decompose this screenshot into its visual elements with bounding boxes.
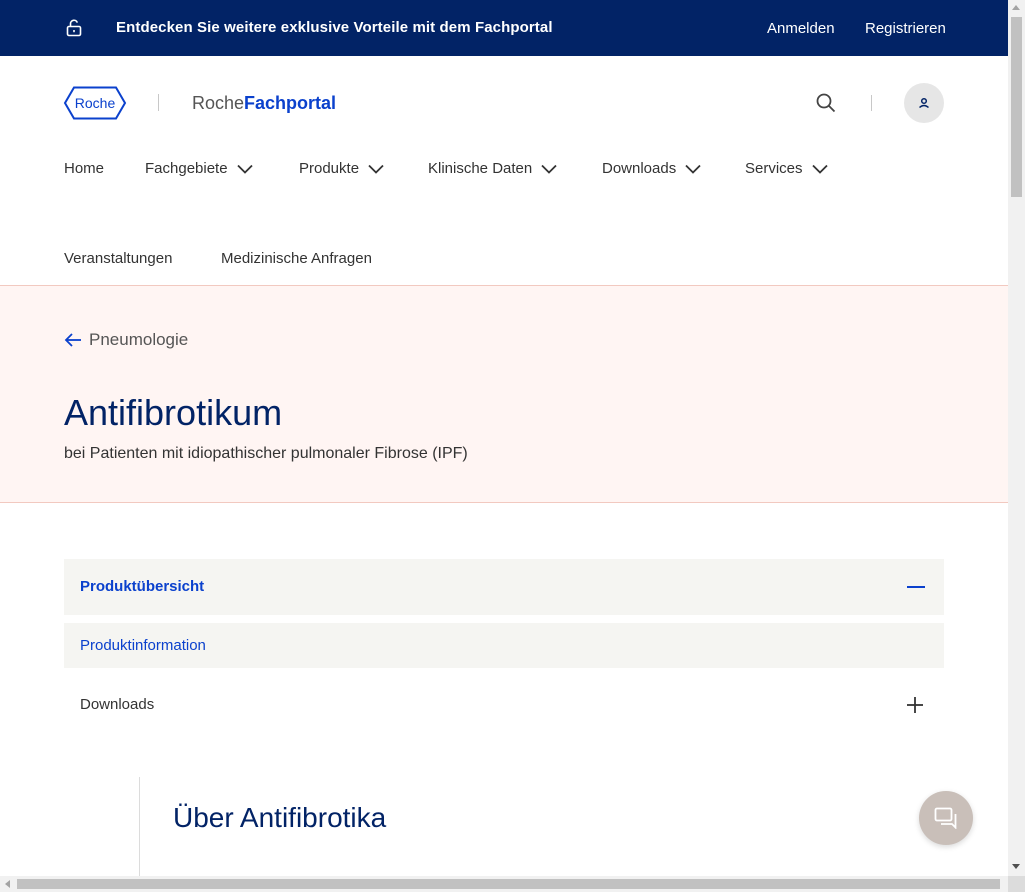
accordion-downloads[interactable]: Downloads	[64, 680, 944, 730]
chevron-down-icon	[541, 164, 557, 174]
logo-text: Roche	[75, 95, 116, 111]
search-icon[interactable]	[815, 92, 837, 114]
back-link[interactable]: Pneumologie	[64, 330, 188, 350]
vertical-scroll-thumb[interactable]	[1011, 17, 1022, 197]
hero-banner: Pneumologie Antifibrotikum bei Patienten…	[0, 285, 1008, 503]
chevron-down-icon	[236, 164, 253, 174]
back-link-label: Pneumologie	[89, 330, 189, 349]
scroll-left-icon[interactable]	[5, 880, 10, 888]
chat-button[interactable]	[919, 791, 973, 845]
portal-name[interactable]: RocheFachportal	[192, 93, 336, 114]
nav-downloads-label: Downloads	[602, 160, 677, 177]
scroll-down-icon[interactable]	[1012, 864, 1020, 869]
login-link[interactable]: Anmelden	[767, 20, 835, 37]
horizontal-scroll-thumb[interactable]	[17, 879, 1000, 889]
lock-icon	[65, 19, 83, 37]
arrow-left-icon	[64, 333, 81, 347]
header-divider	[871, 95, 872, 111]
vertical-scrollbar[interactable]	[1008, 0, 1025, 876]
nav-services[interactable]: Services	[745, 160, 828, 177]
roche-logo[interactable]: Roche	[63, 86, 127, 120]
nav-downloads[interactable]: Downloads	[602, 160, 701, 177]
nav-fachgebiete[interactable]: Fachgebiete	[145, 160, 253, 177]
promo-bar: Entdecken Sie weitere exklusive Vorteile…	[0, 0, 1008, 56]
accordion-produktuebersicht-label: Produktübersicht	[80, 578, 205, 595]
nav-veranstaltungen-label: Veranstaltungen	[64, 250, 173, 267]
section-title: Über Antifibrotika	[173, 802, 387, 833]
chat-icon	[934, 807, 957, 829]
nav-home-label: Home	[64, 160, 105, 177]
promo-text: Entdecken Sie weitere exklusive Vorteile…	[116, 19, 553, 36]
page-viewport: Entdecken Sie weitere exklusive Vorteile…	[0, 0, 1008, 876]
nav-produkte[interactable]: Produkte	[299, 160, 384, 177]
content-divider	[139, 777, 140, 876]
nav-home[interactable]: Home	[64, 160, 104, 177]
nav-klinische-daten-label: Klinische Daten	[428, 160, 533, 177]
nav-veranstaltungen[interactable]: Veranstaltungen	[64, 250, 172, 267]
register-link[interactable]: Registrieren	[865, 20, 946, 37]
nav-klinische-daten[interactable]: Klinische Daten	[428, 160, 557, 177]
scrollbar-corner	[1008, 876, 1025, 892]
chevron-down-icon	[685, 164, 701, 174]
user-account-button[interactable]	[904, 83, 944, 123]
plus-icon	[907, 697, 923, 713]
accordion-produktuebersicht[interactable]: Produktübersicht	[64, 559, 944, 615]
nav-medizinische-anfragen-label: Medizinische Anfragen	[221, 250, 372, 267]
chevron-down-icon	[368, 164, 384, 174]
accordion-downloads-label: Downloads	[80, 696, 155, 713]
nav-medizinische-anfragen[interactable]: Medizinische Anfragen	[221, 250, 372, 267]
logo-divider	[158, 94, 159, 111]
user-icon	[919, 97, 929, 109]
nav-fachgebiete-label: Fachgebiete	[145, 160, 228, 177]
minus-icon	[907, 586, 925, 588]
accordion-item-produktinformation[interactable]: Produktinformation	[64, 623, 944, 668]
portal-prefix: Roche	[192, 93, 245, 113]
scroll-up-icon[interactable]	[1012, 5, 1020, 10]
page-subtitle: bei Patienten mit idiopathischer pulmona…	[64, 445, 468, 462]
nav-services-label: Services	[745, 160, 803, 177]
portal-brand: Fachportal	[244, 93, 337, 113]
horizontal-scrollbar[interactable]	[0, 876, 1008, 892]
nav-produkte-label: Produkte	[299, 160, 360, 177]
page-title: Antifibrotikum	[64, 392, 283, 433]
chevron-down-icon	[811, 164, 828, 174]
produktinformation-link: Produktinformation	[80, 637, 206, 654]
